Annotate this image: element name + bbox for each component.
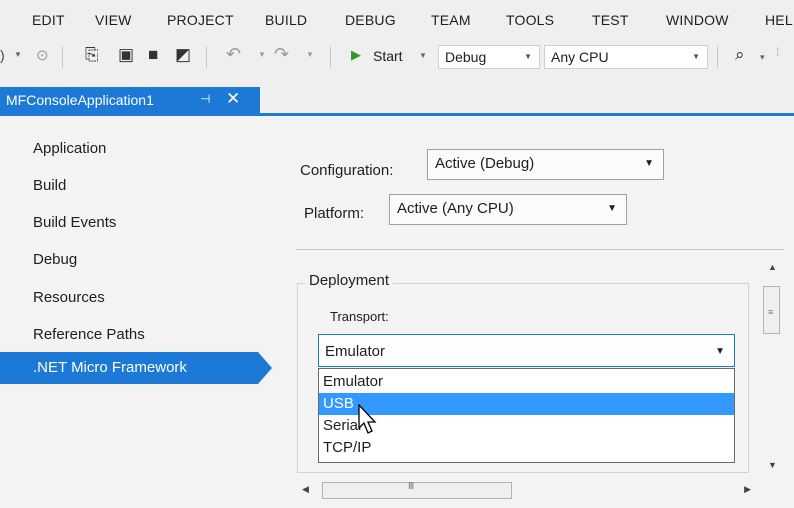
sidebar-item-build-events[interactable]: Build Events [0,208,260,238]
solution-configuration-value: Debug [445,49,487,65]
menu-tools[interactable]: TOOLS [506,12,554,28]
toolbar-grip-icon[interactable]: ⁞ [776,45,779,59]
menu-view[interactable]: VIEW [95,12,132,28]
transport-select[interactable]: Emulator ▼ [318,334,735,367]
save-all-icon[interactable]: ◩ [175,45,191,65]
sidebar-item-reference-paths[interactable]: Reference Paths [0,320,260,350]
start-dropdown-icon[interactable]: ▼ [419,51,427,60]
sidebar-item-micro-framework[interactable]: .NET Micro Framework [0,352,258,384]
sidebar-item-application[interactable]: Application [0,134,260,164]
menu-debug[interactable]: DEBUG [345,12,396,28]
menu-edit[interactable]: EDIT [32,12,65,28]
chevron-down-icon: ▼ [715,346,725,357]
sidebar-item-build[interactable]: Build [0,171,260,201]
transport-option-emulator[interactable]: Emulator [319,371,734,393]
horizontal-scroll-thumb[interactable]: III [322,481,512,499]
toolbar: ) ▼ ⊙ ⎘ ▣ ■ ◩ ↶ ▼ ↷ ▼ ▶ Start ▼ Debug ▼ … [0,36,794,78]
sidebar-item-debug[interactable]: Debug [0,245,260,275]
transport-option-tcpip[interactable]: TCP/IP [319,437,734,459]
grip-icon: III [408,481,414,492]
option-label: Emulator [323,373,384,390]
scroll-left-icon[interactable]: ◀ [302,484,309,495]
configuration-select[interactable]: Active (Debug) ▼ [427,149,664,180]
grip-icon: ≡ [768,307,774,317]
platform-select[interactable]: Active (Any CPU) ▼ [389,194,627,225]
undo-dropdown-icon[interactable]: ▼ [258,50,266,59]
selected-item-pointer [258,352,272,384]
back-dropdown-icon[interactable]: ▼ [14,50,22,59]
pin-icon[interactable]: ⊣ [200,92,210,106]
sidebar-item-label: .NET Micro Framework [33,359,187,376]
transport-value: Emulator [325,343,386,360]
chevron-down-icon: ▼ [692,52,700,61]
open-file-icon[interactable]: ▣ [118,45,134,65]
save-icon[interactable]: ■ [148,45,158,65]
redo-dropdown-icon[interactable]: ▼ [306,50,314,59]
menu-team[interactable]: TEAM [431,12,471,28]
vertical-scroll-thumb[interactable]: ≡ [763,286,780,334]
transport-option-usb[interactable]: USB [319,393,734,415]
toolbar-separator [717,46,718,68]
option-label: TCP/IP [323,439,372,456]
find-in-files-icon[interactable]: ⌕ [735,45,745,65]
horizontal-scrollbar[interactable]: ◀ III ▶ [296,480,759,502]
sidebar-item-label: Resources [33,289,105,306]
redo-icon[interactable]: ↷ [274,44,289,65]
tab-project-properties[interactable]: MFConsoleApplication1 ⊣ ✕ [0,87,260,113]
scroll-up-icon[interactable]: ▲ [768,262,777,272]
toolbar-separator [62,46,63,68]
transport-option-serial[interactable]: Serial [319,415,734,437]
solution-platform-value: Any CPU [551,49,609,65]
chevron-down-icon: ▼ [524,52,532,61]
menu-project[interactable]: PROJECT [167,12,234,28]
platform-value: Active (Any CPU) [397,200,514,217]
start-button[interactable]: Start [373,48,403,64]
mouse-pointer-icon [358,404,377,434]
document-tab-strip: MFConsoleApplication1 ⊣ ✕ [0,78,794,116]
forward-icon[interactable]: ⊙ [36,46,49,64]
scroll-right-icon[interactable]: ▶ [744,484,751,495]
platform-label: Platform: [304,205,365,222]
chevron-down-icon: ▼ [607,203,617,214]
menu-bar: EDIT VIEW PROJECT BUILD DEBUG TEAM TOOLS… [0,0,794,36]
transport-dropdown-list: Emulator USB Serial TCP/IP [318,368,735,463]
toolbar-overflow-icon[interactable]: ▾ [760,52,765,63]
solution-platform-combo[interactable]: Any CPU ▼ [544,45,708,69]
menu-test[interactable]: TEST [592,12,629,28]
scroll-down-icon[interactable]: ▼ [768,460,777,470]
start-icon[interactable]: ▶ [351,47,361,63]
close-icon[interactable]: ✕ [226,89,240,109]
sidebar-item-label: Debug [33,251,78,268]
new-project-icon[interactable]: ⎘ [85,45,99,65]
sidebar-item-resources[interactable]: Resources [0,283,260,313]
sidebar-item-label: Application [33,140,107,157]
back-icon[interactable]: ) [0,47,5,63]
chevron-down-icon: ▼ [644,158,654,169]
menu-help[interactable]: HEL [765,12,793,28]
toolbar-separator [206,46,207,68]
section-divider [296,249,784,250]
toolbar-separator [330,46,331,68]
undo-icon[interactable]: ↶ [226,44,241,65]
deployment-title: Deployment [305,272,394,289]
configuration-label: Configuration: [300,162,394,179]
sidebar-item-label: Build [33,177,67,194]
sidebar-item-label: Reference Paths [33,326,145,343]
transport-label: Transport: [330,309,389,324]
tab-title: MFConsoleApplication1 [6,92,154,108]
configuration-value: Active (Debug) [435,155,535,172]
solution-configuration-combo[interactable]: Debug ▼ [438,45,540,69]
sidebar-item-label: Build Events [33,214,117,231]
option-label: USB [323,395,354,412]
menu-window[interactable]: WINDOW [666,12,729,28]
menu-build[interactable]: BUILD [265,12,307,28]
option-label: Serial [323,417,362,434]
vertical-scrollbar[interactable]: ▲ ≡ ▼ [759,256,787,478]
